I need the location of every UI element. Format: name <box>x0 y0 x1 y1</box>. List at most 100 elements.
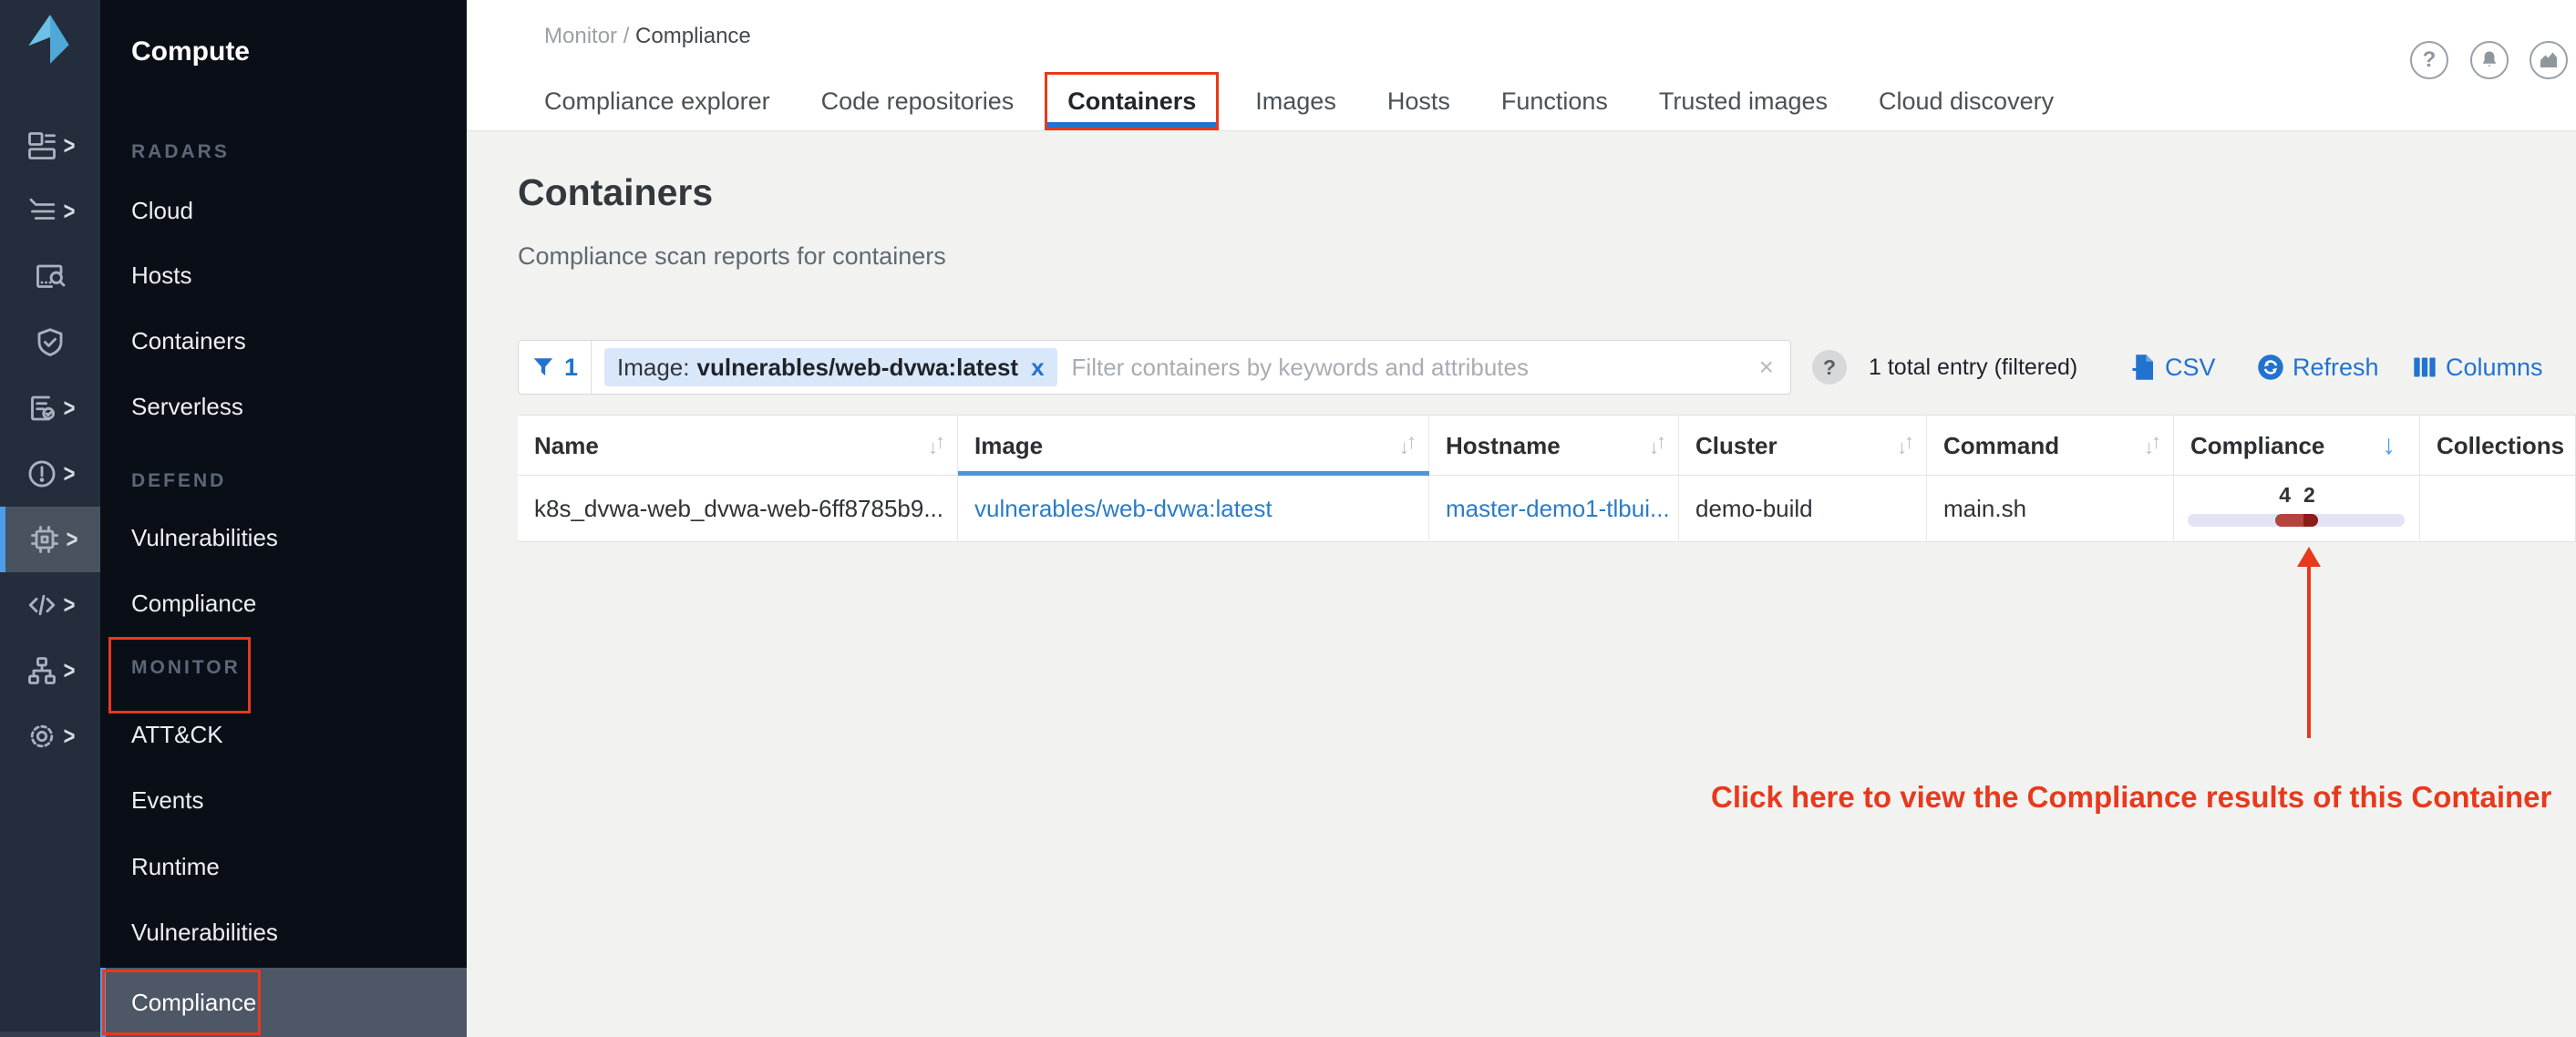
chevron-right-icon: > <box>64 656 76 686</box>
annotation-box-containers-tab: Containers <box>1045 72 1219 130</box>
area-chart-icon <box>2538 49 2560 71</box>
chevron-right-icon: > <box>64 459 76 489</box>
sidebar-item-hosts[interactable]: Hosts <box>131 262 191 290</box>
sidebar-section-monitor: MONITOR <box>131 657 241 679</box>
help-icon: ? <box>2423 47 2437 73</box>
breadcrumb-separator: / <box>617 24 635 48</box>
rail-code-button[interactable]: > <box>0 572 100 638</box>
filter-clear-icon[interactable]: × <box>1759 353 1774 382</box>
rail-shield-check-button[interactable] <box>0 310 100 375</box>
shield-check-icon <box>34 326 67 359</box>
sort-icon[interactable]: ↓↑ <box>1399 416 1414 476</box>
column-header-cluster[interactable]: Cluster ↓↑ <box>1679 416 1927 476</box>
icon-rail: > > > > > > > <box>0 0 100 1037</box>
page-subtitle: Compliance scan reports for containers <box>518 242 946 271</box>
image-column-active-underline <box>958 471 1429 476</box>
sidebar-item-events[interactable]: Events <box>131 786 204 815</box>
notifications-button[interactable] <box>2470 41 2509 79</box>
chevron-right-icon: > <box>64 131 76 161</box>
network-icon <box>26 654 58 687</box>
compliance-bar[interactable] <box>2188 514 2405 527</box>
cell-cluster: demo-build <box>1679 476 1927 542</box>
breadcrumb-section[interactable]: Monitor <box>544 24 617 48</box>
tab-hosts[interactable]: Hosts <box>1387 87 1450 116</box>
refresh-label: Refresh <box>2293 354 2379 382</box>
csv-label: CSV <box>2165 354 2216 382</box>
sidebar-item-serverless[interactable]: Serverless <box>131 393 243 421</box>
chevron-right-icon: > <box>64 197 76 227</box>
alert-circle-icon <box>26 457 58 490</box>
cell-hostname: master-demo1-tlbui... <box>1429 476 1679 542</box>
breadcrumb: Monitor / Compliance <box>544 24 751 49</box>
compliance-bar-segments[interactable] <box>2275 514 2318 527</box>
csv-export-button[interactable]: CSV <box>2131 348 2216 386</box>
image-link[interactable]: vulnerables/web-dvwa:latest <box>974 495 1273 522</box>
sort-descending-icon[interactable]: ↓ <box>2382 416 2396 476</box>
list-icon <box>26 195 58 228</box>
rail-clipboard-check-button[interactable]: > <box>0 375 100 441</box>
sort-icon[interactable]: ↓↑ <box>1897 416 1911 476</box>
columns-button[interactable]: Columns <box>2412 348 2543 386</box>
column-header-hostname[interactable]: Hostname ↓↑ <box>1429 416 1679 476</box>
stats-button[interactable] <box>2530 41 2568 79</box>
cpu-icon <box>28 523 61 556</box>
csv-file-icon <box>2131 354 2157 381</box>
sort-icon[interactable]: ↓↑ <box>2144 416 2159 476</box>
compliance-critical-segment[interactable] <box>2303 514 2318 527</box>
rail-defend-button[interactable]: > <box>0 507 100 572</box>
sidebar-item-monitor-vulnerabilities[interactable]: Vulnerabilities <box>131 919 278 947</box>
compliance-high-segment[interactable] <box>2275 514 2303 527</box>
rail-document-search-button[interactable] <box>0 244 100 310</box>
rail-network-button[interactable]: > <box>0 638 100 703</box>
tab-functions[interactable]: Functions <box>1501 87 1608 116</box>
rail-dashboard-button[interactable]: > <box>0 113 100 179</box>
tab-containers-active[interactable]: Containers <box>1067 87 1196 116</box>
column-header-name[interactable]: Name ↓↑ <box>518 416 958 476</box>
tab-compliance-explorer[interactable]: Compliance explorer <box>544 87 770 116</box>
filter-count: 1 <box>564 354 578 382</box>
cell-name: k8s_dvwa-web_dvwa-web-6ff8785b9... <box>518 476 958 542</box>
cell-image: vulnerables/web-dvwa:latest <box>958 476 1429 542</box>
column-header-collections[interactable]: Collections <box>2420 416 2575 476</box>
sidebar-section-defend: DEFEND <box>131 470 226 492</box>
chip-close-icon[interactable]: x <box>1031 354 1044 382</box>
hostname-link[interactable]: master-demo1-tlbui... <box>1446 495 1670 522</box>
sidebar-item-runtime[interactable]: Runtime <box>131 853 220 881</box>
sidebar-item-defend-vulnerabilities[interactable]: Vulnerabilities <box>131 524 278 552</box>
rail-list-button[interactable]: > <box>0 179 100 244</box>
rail-alerts-button[interactable]: > <box>0 441 100 507</box>
filter-help-button[interactable]: ? <box>1812 350 1847 385</box>
column-header-command[interactable]: Command ↓↑ <box>1927 416 2174 476</box>
refresh-button[interactable]: Refresh <box>2257 348 2379 386</box>
sidebar-item-monitor-compliance-selected[interactable]: Compliance <box>100 968 467 1037</box>
sort-icon[interactable]: ↓↑ <box>1649 416 1664 476</box>
sidebar-item-defend-compliance[interactable]: Compliance <box>131 590 256 618</box>
gear-icon <box>26 720 58 753</box>
rail-settings-button[interactable]: > <box>0 703 100 769</box>
chevron-right-icon: > <box>64 722 76 752</box>
tab-code-repositories[interactable]: Code repositories <box>821 87 1015 116</box>
help-button[interactable]: ? <box>2410 41 2448 79</box>
dashboard-icon <box>26 129 58 162</box>
sidebar-item-attack[interactable]: ATT&CK <box>131 721 223 749</box>
rail-footer-divider <box>0 1032 100 1037</box>
column-header-compliance[interactable]: Compliance ↓ <box>2174 416 2420 476</box>
tab-images[interactable]: Images <box>1255 87 1336 116</box>
chevron-right-icon: > <box>67 525 78 555</box>
active-tab-underline <box>1047 122 1216 128</box>
sidebar-item-cloud[interactable]: Cloud <box>131 197 193 225</box>
document-search-icon <box>34 261 67 293</box>
filter-input[interactable] <box>1072 354 1743 382</box>
column-header-image[interactable]: Image ↓↑ <box>958 416 1429 476</box>
sort-icon[interactable]: ↓↑ <box>928 416 943 476</box>
breadcrumb-current: Compliance <box>635 24 751 48</box>
top-bar: Monitor / Compliance Compliance explorer… <box>467 0 2576 131</box>
tab-trusted-images[interactable]: Trusted images <box>1659 87 1828 116</box>
annotation-arrow-icon <box>2297 547 2321 567</box>
funnel-icon <box>531 355 555 379</box>
sidebar-item-containers[interactable]: Containers <box>131 327 246 355</box>
filter-chip[interactable]: Image:vulnerables/web-dvwa:latest x <box>604 348 1057 386</box>
tab-cloud-discovery[interactable]: Cloud discovery <box>1879 87 2054 116</box>
filter-count-button[interactable]: 1 <box>519 341 592 394</box>
question-icon: ? <box>1823 355 1836 380</box>
